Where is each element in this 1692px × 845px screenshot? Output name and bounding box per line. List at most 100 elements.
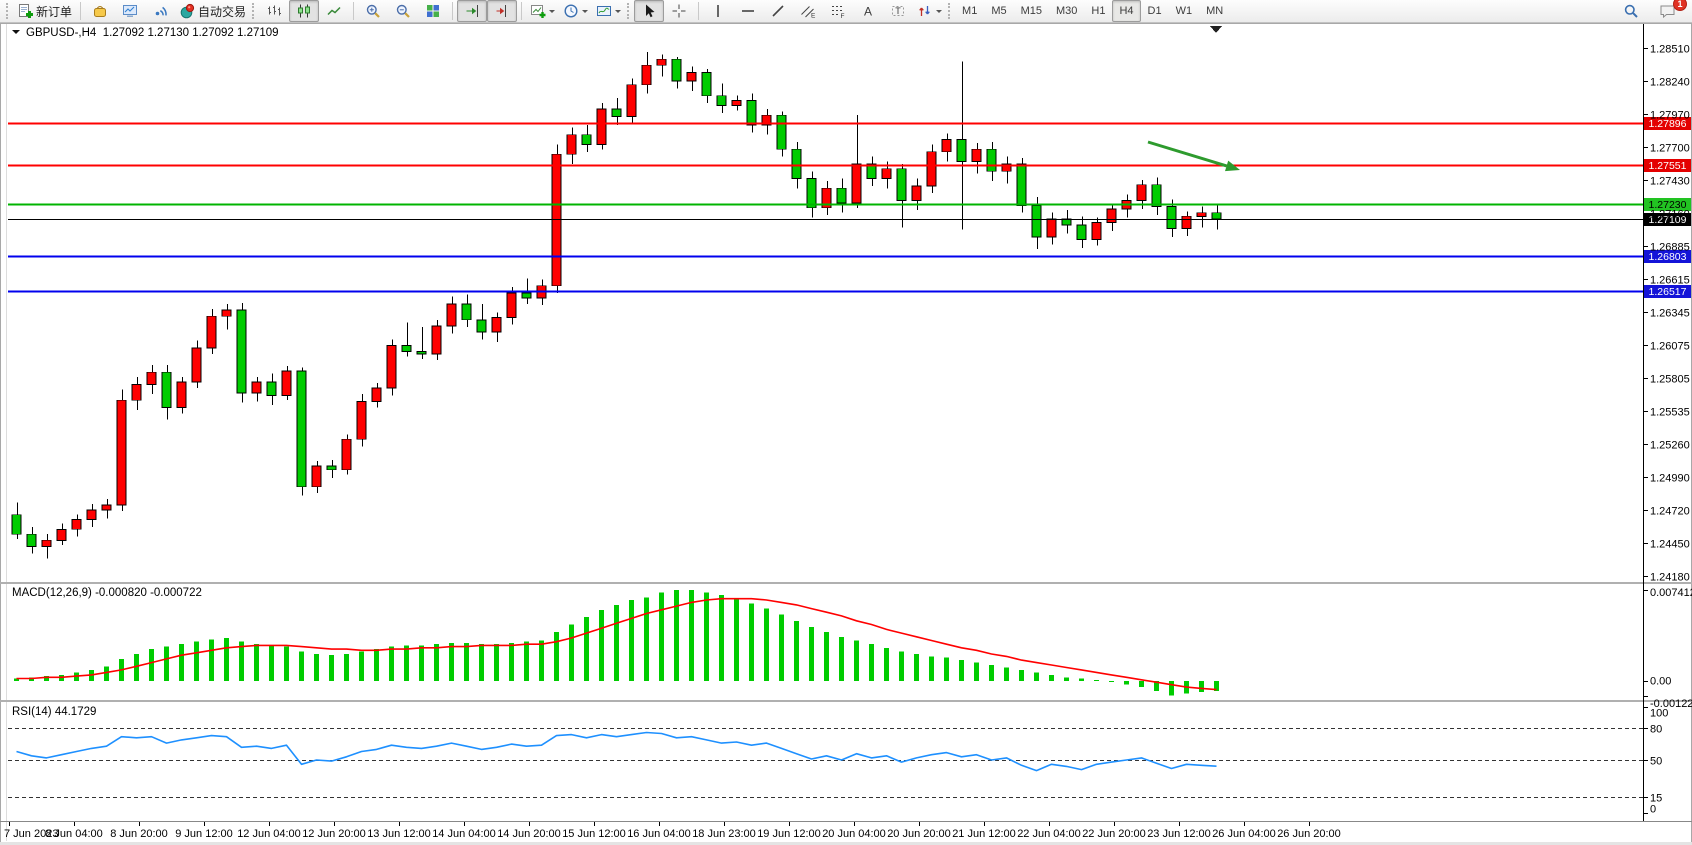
horizontal-line-tool-button[interactable] [733,0,763,22]
candle [432,326,441,354]
toolbar-drag-handle[interactable] [6,3,8,19]
line-chart-icon [326,3,342,19]
cursor-tool-button[interactable] [634,0,664,22]
text-label-tool-button[interactable]: T [883,0,913,22]
macd-histogram-bar [1109,681,1114,682]
chart-dropdown-caret[interactable] [12,30,20,38]
chart-shift-button[interactable] [487,0,517,22]
price-tick-label: 1.24720 [1650,506,1690,518]
zoom-out-button[interactable] [388,0,418,22]
timeframe-button-h1[interactable]: H1 [1084,0,1112,22]
notification-badge: 1 [1673,0,1687,11]
rsi-tick-label: 0 [1650,804,1656,816]
timeframe-button-m30[interactable]: M30 [1049,0,1084,22]
auto-scroll-button[interactable] [457,0,487,22]
macd-histogram-bar [1199,681,1204,692]
zoom-in-button[interactable] [358,0,388,22]
templates-button[interactable] [592,0,625,22]
candle [942,140,951,152]
candle [882,169,891,179]
timeframe-button-w1[interactable]: W1 [1169,0,1200,22]
tile-windows-button[interactable] [418,0,448,22]
autotrading-button[interactable]: 自动交易 [175,0,250,22]
macd-histogram-bar [449,643,454,681]
timeframe-button-m1[interactable]: M1 [955,0,984,22]
candle [777,115,786,149]
macd-histogram-bar [974,663,979,681]
macd-histogram-bar [524,642,529,681]
bar-chart-button[interactable] [259,0,289,22]
candle [1032,205,1041,237]
timeframe-button-m15[interactable]: M15 [1014,0,1049,22]
candle [1077,225,1086,240]
timeframe-button-d1[interactable]: D1 [1141,0,1169,22]
macd-histogram-bar [359,652,364,682]
candle [102,505,111,510]
fibonacci-tool-button[interactable]: F [823,0,853,22]
vertical-line-tool-button[interactable] [703,0,733,22]
arrows-icon [917,3,933,19]
macd-histogram-bar [1124,681,1129,685]
terminal-button[interactable] [115,0,145,22]
channel-tool-button[interactable]: E [793,0,823,22]
chart-canvas[interactable]: 1.278961.275511.272301.271091.268031.265… [0,0,1692,845]
time-tick-label: 13 Jun 12:00 [367,828,431,840]
toolbar-drag-handle[interactable] [948,3,950,19]
candle [357,402,366,440]
candle [282,371,291,395]
candle [567,135,576,155]
price-tick-label: 1.28240 [1650,77,1690,89]
horizontal-line-icon [740,3,756,19]
price-tick-label: 1.27160 [1650,209,1690,221]
candle [837,188,846,203]
svg-text:F: F [841,13,845,19]
candle [627,85,636,117]
macd-histogram-bar [884,648,889,681]
toolbar-right-group: 1 [1616,0,1688,22]
candle [237,310,246,393]
signals-button[interactable] [145,0,175,22]
rsi-tick-label: 80 [1650,724,1662,736]
crosshair-tool-button[interactable] [664,0,694,22]
chart-ohlc-readout: 1.27092 1.27130 1.27092 1.27109 [103,27,279,39]
time-tick-label: 18 Jun 23:00 [692,828,756,840]
candle [222,310,231,316]
macd-histogram-bar [209,639,214,681]
timeframe-group: M1M5M15M30H1H4D1W1MN [955,0,1230,22]
search-icon [1623,3,1639,19]
arrows-tool-button[interactable] [913,0,946,22]
indicators-button[interactable] [526,0,559,22]
metaeditor-button[interactable] [85,0,115,22]
time-tick-label: 22 Jun 04:00 [1017,828,1081,840]
periods-button[interactable] [559,0,592,22]
line-chart-button[interactable] [319,0,349,22]
time-tick-label: 22 Jun 20:00 [1082,828,1146,840]
macd-histogram-bar [794,621,799,681]
time-tick-label: 20 Jun 04:00 [822,828,886,840]
toolbar-separator [80,2,81,20]
toolbar-drag-handle[interactable] [252,3,254,19]
candle [972,149,981,161]
candle [312,466,321,487]
fibonacci-icon: F [830,3,846,19]
candlestick-chart-button[interactable] [289,0,319,22]
trendline-tool-button[interactable] [763,0,793,22]
price-tick-label: 1.26075 [1650,341,1690,353]
timeframe-button-m5[interactable]: M5 [984,0,1013,22]
macd-tick-label: 0.00 [1650,675,1671,687]
timeframe-button-h4[interactable]: H4 [1112,0,1140,22]
time-tick-label: 26 Jun 20:00 [1277,828,1341,840]
new-order-button[interactable]: 新订单 [13,0,76,22]
chat-button[interactable]: 1 [1652,0,1682,22]
candle [1152,185,1161,207]
timeframe-button-mn[interactable]: MN [1199,0,1230,22]
price-tick-label: 1.25805 [1650,374,1690,386]
candle [1137,185,1146,201]
periods-dropdown-caret [582,10,588,16]
toolbar-separator [452,2,453,20]
search-button[interactable] [1616,0,1646,22]
candle [252,382,261,393]
toolbar-drag-handle[interactable] [627,3,629,19]
text-tool-button[interactable]: A [853,0,883,22]
macd-histogram-bar [404,645,409,681]
